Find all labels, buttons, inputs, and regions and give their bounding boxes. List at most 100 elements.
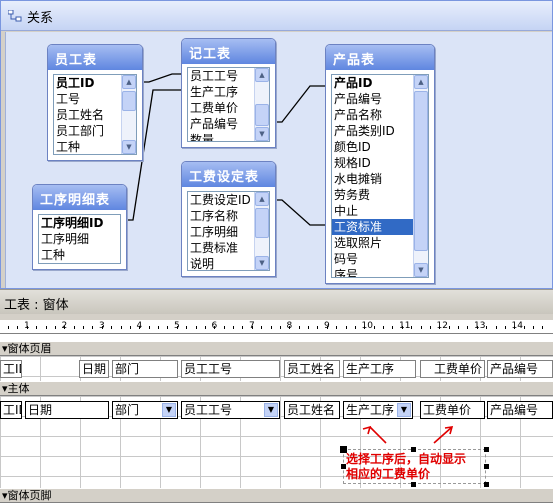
scrollbar[interactable]: ▲ ▼ (121, 75, 136, 154)
table-employee-fields[interactable]: 员工ID 工号 员工姓名 员工部门 工种 ▲ ▼ (53, 74, 137, 155)
section-bar-form-header[interactable]: ▾窗体页眉 (0, 341, 553, 356)
ruler-tick (533, 326, 534, 329)
header-label[interactable]: 产品编号 (487, 360, 553, 378)
scroll-thumb[interactable] (255, 104, 269, 126)
scrollbar[interactable]: ▲ ▼ (413, 75, 428, 277)
ruler-tick (120, 326, 122, 329)
ruler-tick (233, 326, 234, 329)
relationship-line-employee-worklog (139, 73, 182, 83)
header-label[interactable]: 员工工号 (181, 360, 280, 378)
header-label[interactable]: 员工姓名 (284, 360, 340, 378)
ruler-tick (8, 326, 9, 329)
ruler-number: 7 (249, 321, 255, 331)
field-item[interactable]: 工序明细ID (39, 215, 120, 231)
relationships-title: 关系 (27, 11, 54, 26)
scroll-down-icon[interactable]: ▼ (122, 140, 136, 154)
horizontal-ruler: 1 2 3 4 5 6 7 8 9 10 11 12 13 14 (0, 320, 553, 334)
ruler-number: 11 (399, 321, 411, 331)
selection-handle[interactable] (484, 464, 489, 469)
ruler-tick (523, 326, 525, 329)
ruler-tick (392, 326, 394, 329)
ruler-tick (167, 326, 169, 329)
ruler-tick (354, 326, 356, 329)
table-product[interactable]: 产品表 产品ID 产品编号 产品名称 产品类别ID 颜色ID 规格ID 水电摊销… (325, 44, 435, 284)
form-title-bar[interactable]: 工表 : 窗体 (0, 289, 553, 314)
ruler-tick (223, 326, 225, 329)
section-bar-detail[interactable]: ▾主体 (0, 381, 553, 396)
table-worklog-title: 记工表 (182, 39, 275, 64)
ruler-tick (242, 326, 244, 329)
relationships-icon (8, 10, 22, 22)
header-label[interactable]: 部门 (112, 360, 178, 378)
table-fee-setting-fields[interactable]: 工费设定ID 工序名称 工序明细 工费标准 说明 ▲ ▼ (187, 191, 270, 271)
ruler-tick (317, 326, 319, 329)
ruler-tick (486, 326, 488, 329)
ruler-number: 3 (99, 321, 105, 331)
table-product-title: 产品表 (326, 45, 434, 70)
field-item[interactable]: 工序明细 (39, 231, 120, 247)
ruler-tick (308, 326, 309, 329)
table-fee-setting-title: 工费设定表 (182, 162, 275, 187)
ruler-tick (279, 326, 281, 329)
scroll-thumb[interactable] (255, 208, 269, 238)
section-label: 主体 (7, 382, 30, 395)
table-fee-setting[interactable]: 工费设定表 工费设定ID 工序名称 工序明细 工费标准 说明 ▲ ▼ (181, 161, 276, 277)
ruler-tick (411, 326, 413, 329)
ruler-tick (467, 326, 469, 329)
table-worklog[interactable]: 记工表 员工工号 生产工序 工费单价 产品编号 数量 ▲ ▼ (181, 38, 276, 148)
table-worklog-fields[interactable]: 员工工号 生产工序 工费单价 产品编号 数量 ▲ ▼ (187, 67, 270, 142)
ruler-tick (186, 326, 188, 329)
scroll-thumb[interactable] (122, 91, 136, 111)
table-product-fields[interactable]: 产品ID 产品编号 产品名称 产品类别ID 颜色ID 规格ID 水电摊销 劳务费… (331, 74, 429, 278)
scroll-up-icon[interactable]: ▲ (122, 75, 136, 89)
ruler-tick (129, 326, 131, 329)
scroll-down-icon[interactable]: ▼ (414, 263, 428, 277)
header-label[interactable]: 工ID (0, 360, 22, 378)
table-process-detail-fields[interactable]: 工序明细ID 工序明细 工种 (38, 214, 121, 264)
selection-handle[interactable] (484, 482, 489, 487)
selection-handle[interactable] (484, 447, 489, 452)
scroll-up-icon[interactable]: ▲ (255, 68, 269, 82)
ruler-tick (495, 326, 497, 329)
ruler-tick (542, 326, 544, 329)
table-process-detail[interactable]: 工序明细表 工序明细ID 工序明细 工种 (32, 184, 127, 270)
header-label[interactable]: 生产工序 (343, 360, 416, 378)
detail-grid: 工ID 日期 部门 ▼ 员工工号 ▼ 员工姓名 生产工序 ▼ 工费单价 产品编号… (0, 396, 553, 488)
scroll-down-icon[interactable]: ▼ (255, 127, 269, 141)
arrow-to-fee (433, 426, 453, 444)
ruler-tick (261, 326, 263, 329)
header-label[interactable]: 日期 (79, 360, 109, 378)
relationships-window: 关系 员工表 员工ID 工号 员工姓名 员工部门 工种 ▲ ▼ 记工表 员工工号… (0, 0, 553, 289)
scroll-thumb[interactable] (414, 91, 428, 251)
ruler-tick (458, 326, 459, 329)
field-item[interactable]: 工种 (39, 247, 120, 263)
ruler-tick (45, 326, 47, 329)
ruler-number: 1 (24, 321, 30, 331)
ruler-tick (448, 326, 450, 329)
ruler-tick (345, 326, 347, 329)
ruler-tick (429, 326, 431, 329)
ruler-number: 6 (211, 321, 218, 331)
section-label: 窗体页眉 (7, 342, 52, 355)
form-title: 工表 : 窗体 (4, 298, 69, 313)
scroll-down-icon[interactable]: ▼ (255, 256, 269, 270)
ruler-tick (504, 326, 506, 329)
ruler-tick (270, 326, 272, 329)
selection-handle[interactable] (411, 482, 416, 487)
scrollbar[interactable]: ▲ ▼ (254, 192, 269, 270)
ruler-tick (298, 326, 300, 329)
ruler-tick (148, 326, 150, 329)
relationship-line-fee-product (272, 199, 328, 226)
relationship-line-worklog-product (272, 85, 328, 123)
ruler-number: 14 (511, 321, 523, 331)
scrollbar[interactable]: ▲ ▼ (254, 68, 269, 141)
ruler-number: 12 (436, 321, 448, 331)
header-label[interactable]: 工费单价 (420, 360, 485, 378)
table-employee[interactable]: 员工表 员工ID 工号 员工姓名 员工部门 工种 ▲ ▼ (47, 44, 143, 161)
relationships-title-bar[interactable]: 关系 (1, 1, 552, 31)
scroll-up-icon[interactable]: ▲ (255, 192, 269, 206)
scroll-up-icon[interactable]: ▲ (414, 75, 428, 89)
ruler-tick (54, 326, 56, 329)
ruler-number: 9 (324, 321, 330, 331)
ruler-tick (36, 326, 38, 329)
